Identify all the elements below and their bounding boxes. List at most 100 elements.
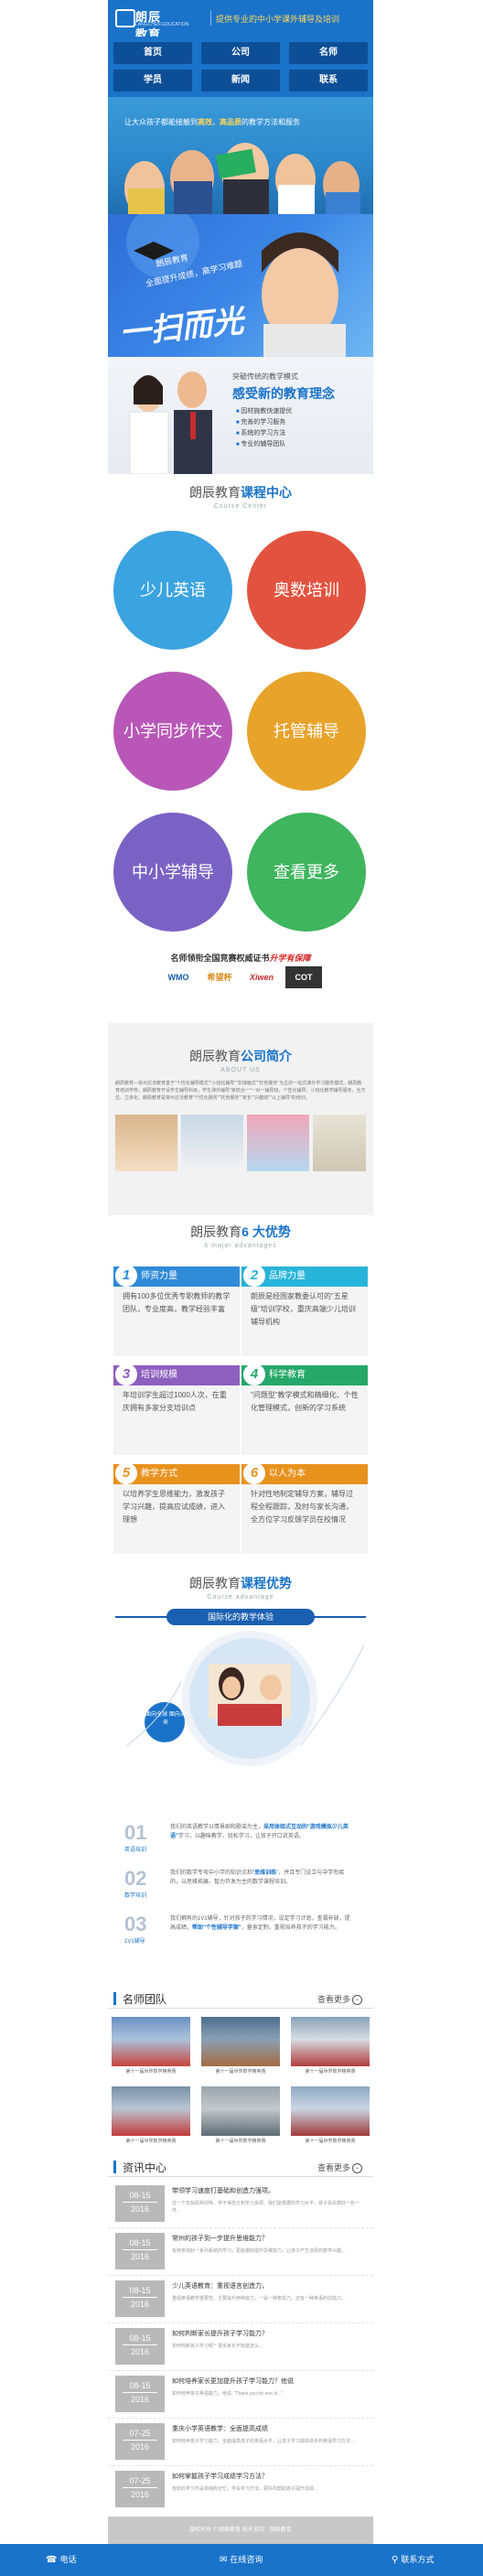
teacher-photo-card[interactable]: 第十一届世界数学精英赛	[201, 2086, 280, 2147]
school-photo	[313, 1115, 366, 1171]
teacher-photo-card[interactable]: 第十一届世界数学精英赛	[291, 2017, 370, 2077]
mobile-page: 朗辰教育 LANGCHEN EDUCATION 提供专业的中小学课外辅导及培训 …	[108, 0, 373, 2576]
news-summary: 如何判断孩子学习呢？很多家长不知道怎么...	[172, 2344, 263, 2349]
news-item[interactable]: 08-15 2016 如何判断家长提升孩子学习能力？ 如何判断孩子学习呢？很多家长…	[108, 2323, 373, 2371]
advantage-card: 2 品牌力量 朗辰是经国家教委认可的"五星级"培训学校，重庆高端少儿培训辅导机构	[242, 1265, 368, 1358]
item-description: 我们拥有的1V1辅导，针对孩子的学习情况，设定学习计划，查漏补缺，提高成绩，帮助…	[170, 1914, 353, 1933]
advantage-number: 1	[115, 1265, 137, 1287]
cert-title-text: 名师领衔全国竞赛权威证书	[170, 954, 270, 963]
desc-text: 我们的英语教学以情景剧和歌谣为主，	[170, 1825, 264, 1830]
global-bubble: 面向全球 面向未来	[145, 1712, 186, 1726]
photo-caption: 第十一届世界数学精英赛	[215, 2139, 266, 2144]
news-headline: 重庆小学英语教学：全面提高成绩	[172, 2426, 268, 2432]
news-year: 2016	[123, 2344, 157, 2356]
feature-item: 完善的学习服务	[236, 417, 292, 428]
call-button[interactable]: ☎ 电话	[46, 2544, 76, 2576]
advantage-header: 4 科学教育	[242, 1363, 368, 1385]
news-item[interactable]: 08-15 2016 少儿英语教育：重视语言创造力， 重视英语教学重要性，主要提升…	[108, 2275, 373, 2323]
news-item[interactable]: 08-15 2016 常州的孩子到一步提升思维能力？ 有效参加好一系列系统的学习，…	[108, 2227, 373, 2276]
heading-highlight: 6 大优势	[242, 1224, 291, 1239]
advantage-card: 4 科学教育 "问题型"教学模式和精细化、个性化管理模式，创新的学习系统	[242, 1363, 368, 1457]
news-summary: 如何培养孩子英语能力，他说, "Thank you for one of..."	[172, 2391, 284, 2397]
news-year: 2016	[123, 2392, 157, 2404]
item-description: 我们的英语教学以情景剧和歌谣为主，采用体验式互动的"游戏模拟少儿英语"学习，以趣…	[170, 1823, 353, 1841]
news-month-day: 08-15	[129, 2286, 151, 2295]
news-month-day: 07-25	[129, 2476, 151, 2485]
advantage-card: 5 教学方式 以培养学生思维能力，激发孩子学习兴趣，提高应试成绩，进入理想	[113, 1462, 240, 1556]
header-divider	[210, 11, 211, 26]
desc-text: 我们的数学专攻中小学的知识点和"	[170, 1870, 255, 1876]
banner-new-concept[interactable]: 突破传统的教学模式 感受新的教育理念 因材施教快速提优 完善的学习服务 系统的学…	[108, 357, 373, 474]
advantage-card: 6 以人为本 针对性地制定辅导方案，辅导过程全程跟踪，及时与家长沟通，全方位学习反…	[242, 1462, 368, 1556]
news-item[interactable]: 08-15 2016 如何培养家长更加提升孩子学习能力？他说 如何培养孩子英语能力…	[108, 2370, 373, 2419]
header: 朗辰教育 LANGCHEN EDUCATION 提供专业的中小学课外辅导及培训	[108, 0, 373, 41]
online-consult-button[interactable]: ✉ 在线咨询	[220, 2544, 263, 2576]
item-subject: 数学培训	[124, 1893, 147, 1899]
heading-prefix: 朗辰教育	[190, 1224, 242, 1239]
news-title: 资讯中心	[123, 2161, 167, 2174]
call-label: 电话	[59, 2555, 77, 2564]
nav-news[interactable]: 新闻	[201, 70, 280, 92]
teacher-photo	[291, 2017, 370, 2066]
feature-list: 因材施教快速提优 完善的学习服务 系统的学习方法 专业的辅导团队	[236, 406, 292, 450]
item-subject: 1V1辅导	[124, 1939, 145, 1945]
course-label: 小学同步作文	[123, 722, 222, 740]
teacher-photo	[112, 2086, 190, 2136]
course-label: 奥数培训	[274, 581, 339, 599]
item-subject: 英语培训	[124, 1848, 147, 1853]
course-writing[interactable]: 小学同步作文	[113, 672, 232, 791]
classroom-illustration	[125, 1631, 365, 1766]
course-advantage-item: 02 数学培训 我们的数学专攻中小学的知识点和"思维训练"，并且专门设立与中学衔…	[115, 1867, 366, 1903]
logo[interactable]: 朗辰教育 LANGCHEN EDUCATION	[115, 5, 188, 41]
item-description: 我们的数学专攻中小学的知识点和"思维训练"，并且专门设立与中学衔接的，以思维拓展…	[170, 1869, 353, 1887]
teacher-photo-card[interactable]: 第十一届世界数学精英赛	[291, 2086, 370, 2147]
advantage-text: "问题型"教学模式和精细化、个性化管理模式，创新的学习系统	[242, 1385, 368, 1455]
about-title: 朗辰教育公司简介 ABOUT US	[108, 1047, 373, 1073]
teachers-header: 名师团队 查看更多 ⌄	[108, 1989, 373, 2009]
teachers-more-link[interactable]: 查看更多 ⌄	[317, 1993, 362, 2006]
course-more[interactable]: 查看更多	[247, 813, 366, 932]
nav-contact[interactable]: 联系	[289, 70, 368, 92]
photo-caption: 第十一届世界数学精英赛	[305, 2139, 356, 2144]
nav-company[interactable]: 公司	[201, 42, 280, 64]
news-item[interactable]: 07-25 2016 如何掌握孩子学习成绩学习方法？ 有效的学习不是单纯的记忆，学…	[108, 2465, 373, 2513]
advantage-label: 以人为本	[269, 1469, 306, 1479]
news-more-link[interactable]: 查看更多 ⌄	[317, 2161, 362, 2174]
news-summary: 这一个年龄段特别特，学不得低分和学习资源，我们能根据的学习水平，孩子喜欢做好一些…	[172, 2201, 360, 2214]
section-subheading: Course Center	[213, 503, 268, 510]
course-after-school[interactable]: 托管辅导	[247, 672, 366, 791]
course-tutoring[interactable]: 中小学辅导	[113, 813, 232, 932]
news-item[interactable]: 07-25 2016 重庆小学英语教学：全面提高成绩 如何培养孩子学习能力，全面提…	[108, 2418, 373, 2466]
school-photo	[115, 1115, 177, 1171]
heading-prefix: 朗辰教育	[189, 1049, 241, 1063]
course-english[interactable]: 少儿英语	[113, 531, 232, 650]
item-number: 03	[124, 1913, 147, 1935]
advantage-label: 师资力量	[141, 1271, 177, 1281]
contact-button[interactable]: ⚲ 联系方式	[392, 2544, 434, 2576]
heading-prefix: 朗辰教育	[189, 485, 241, 500]
nav-teachers[interactable]: 名师	[289, 42, 368, 64]
desc-text: ，量身定制，重视培养孩子的学习能力。	[241, 1925, 340, 1931]
course-olympiad-math[interactable]: 奥数培训	[247, 531, 366, 650]
feature-item: 专业的辅导团队	[236, 439, 292, 450]
header-accent	[113, 2161, 116, 2173]
advantage-label: 教学方式	[141, 1469, 177, 1479]
nav-students[interactable]: 学员	[113, 70, 192, 92]
section-heading: 朗辰教育课程优势	[108, 1574, 373, 1592]
advantage-text: 以培养学生思维能力，激发孩子学习兴趣，提高应试成绩，进入理想	[113, 1484, 240, 1554]
section-subheading: ABOUT US	[220, 1067, 261, 1073]
feature-item: 系统的学习方法	[236, 428, 292, 439]
teacher-photo-card[interactable]: 第十一届世界数学精英赛	[112, 2086, 190, 2147]
teacher-photo-card[interactable]: 第十一届世界数学精英赛	[201, 2017, 280, 2077]
main-nav: 首页 公司 名师 学员 新闻 联系	[108, 37, 373, 97]
news-item[interactable]: 08-15 2016 带领学习速度打基础和创造力强项。 这一个年龄段特别特，学不得…	[108, 2180, 373, 2228]
news-year: 2016	[123, 2202, 157, 2214]
photo-caption: 第十一届世界数学精英赛	[125, 2139, 177, 2144]
section-heading: 朗辰教育课程中心	[108, 483, 373, 501]
banner-students[interactable]: 让大众孩子都能接触到高效、高品质的教学方法和服务	[108, 97, 373, 214]
nav-home[interactable]: 首页	[113, 42, 192, 64]
banner-one-sweep[interactable]: 朗辰教育 全面提升成绩，高学习难题 一扫而光	[108, 214, 373, 357]
news-headline: 如何培养家长更加提升孩子学习能力？他说	[172, 2378, 294, 2385]
teacher-photo	[112, 2017, 190, 2066]
teacher-photo-card[interactable]: 第十一届世界数学精英赛	[112, 2017, 190, 2077]
